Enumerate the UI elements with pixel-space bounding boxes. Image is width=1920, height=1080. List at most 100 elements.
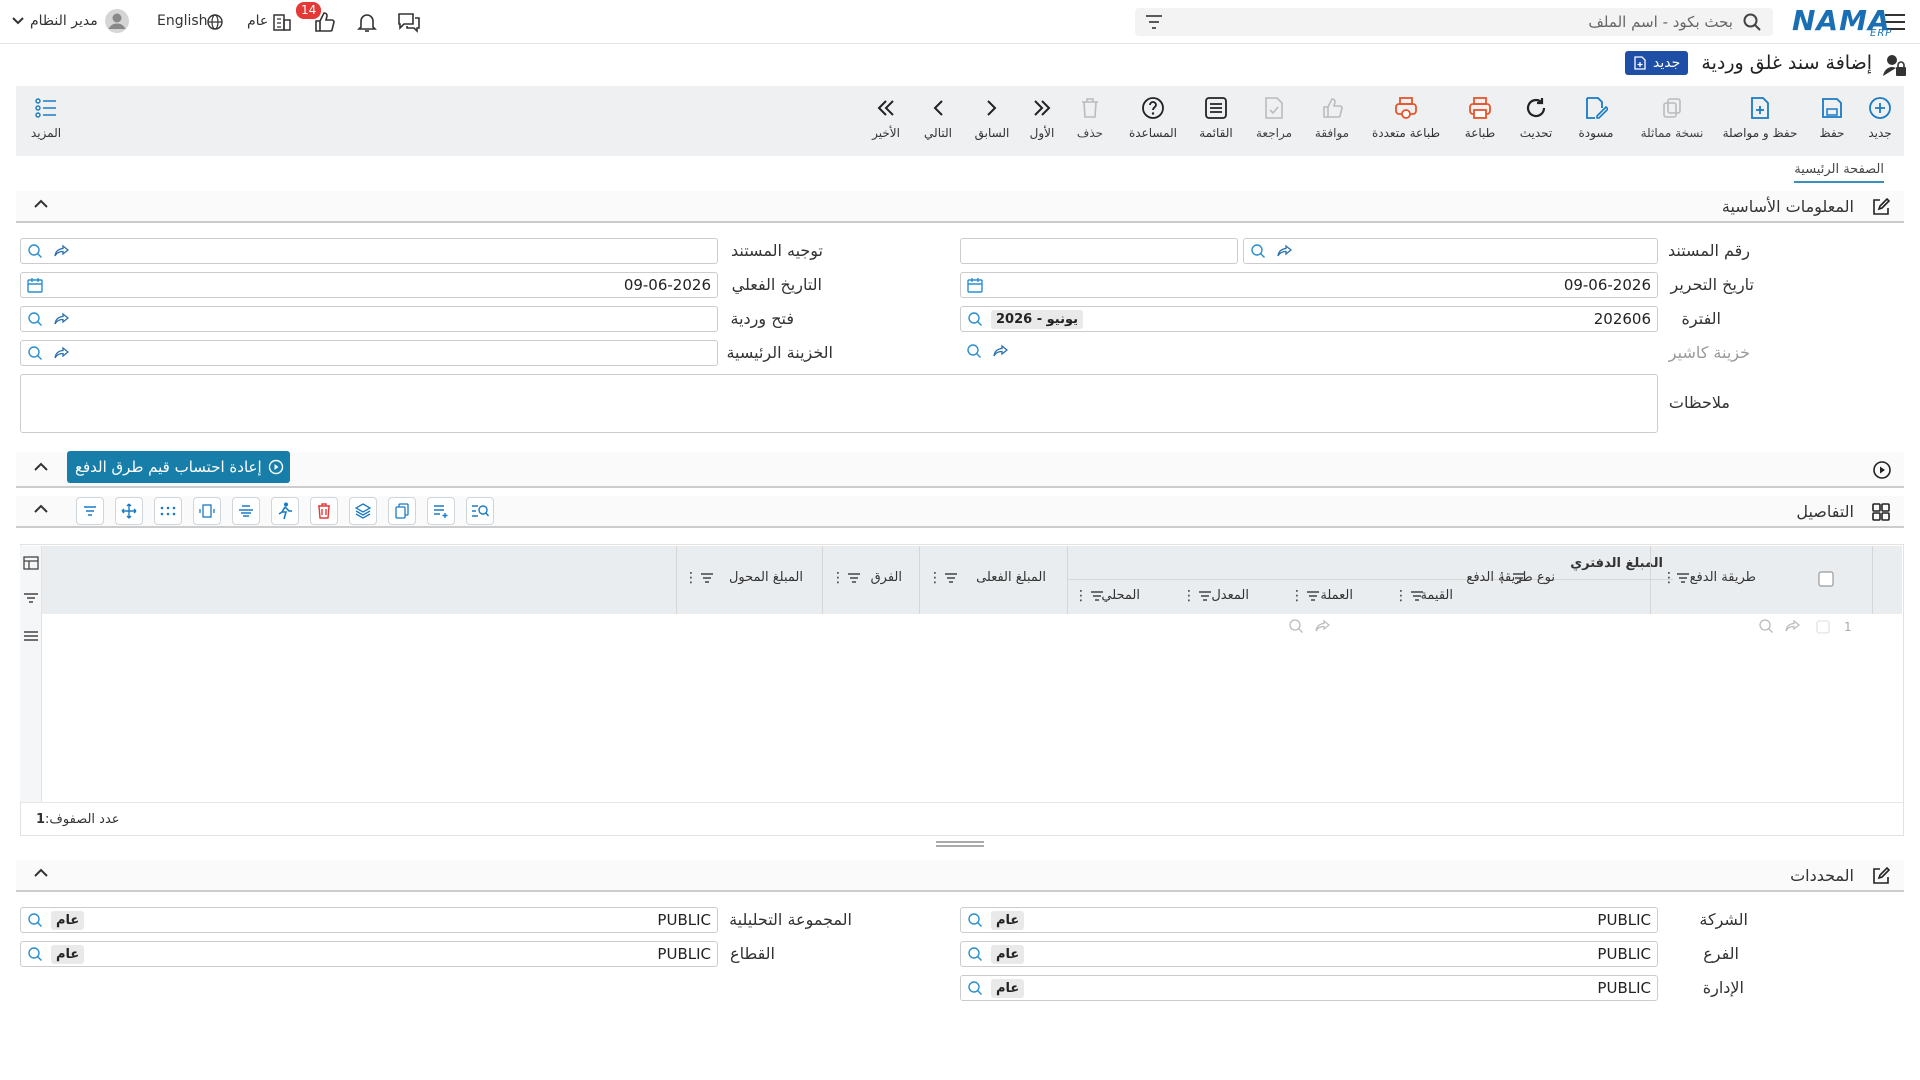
play-circle-icon[interactable]	[1872, 460, 1892, 480]
search-icon[interactable]	[1743, 13, 1761, 31]
delete-button[interactable]: حذف	[1072, 96, 1108, 148]
filter-icon[interactable]	[1676, 572, 1690, 584]
search-lookup-icon[interactable]	[27, 912, 43, 928]
column-header-transferred-amount[interactable]: المبلغ المحول	[729, 570, 803, 585]
share-icon[interactable]	[53, 243, 69, 259]
branch-field[interactable]: PUBLIC عام	[960, 941, 1658, 967]
menu-lines-icon[interactable]	[23, 630, 39, 642]
chevron-down-icon[interactable]	[12, 17, 24, 25]
filter-icon[interactable]	[1512, 572, 1526, 584]
grid-dots-button[interactable]	[154, 497, 182, 525]
calendar-icon[interactable]	[27, 277, 43, 293]
share-icon[interactable]	[1784, 618, 1800, 634]
column-menu-icon[interactable]: ⋮	[1182, 588, 1196, 604]
more-button[interactable]: المزيد	[26, 96, 66, 148]
duplicate-button[interactable]: نسخة مماثلة	[1632, 96, 1712, 148]
search-lookup-icon[interactable]	[967, 946, 983, 962]
share-icon[interactable]	[53, 345, 69, 361]
column-menu-icon[interactable]: ⋮	[1662, 570, 1676, 586]
delete-row-button[interactable]	[310, 497, 338, 525]
new-button[interactable]: جديد	[1860, 96, 1900, 148]
column-header-local[interactable]: المحلي	[1101, 588, 1140, 603]
print-button[interactable]: طباعة	[1460, 96, 1500, 148]
department-field[interactable]: PUBLIC عام	[960, 975, 1658, 1001]
search-lookup-icon[interactable]	[27, 345, 43, 361]
user-name[interactable]: مدير النظام	[30, 13, 98, 29]
main-safe-field[interactable]	[20, 340, 718, 366]
save-button[interactable]: حفظ	[1812, 96, 1852, 148]
calendar-icon[interactable]	[967, 277, 983, 293]
filter-icon[interactable]	[847, 572, 861, 584]
recalc-payment-methods-button[interactable]: إعادة احتساب قيم طرق الدفع	[67, 451, 290, 483]
run-button[interactable]	[271, 497, 299, 525]
filter-icon[interactable]	[1090, 590, 1104, 602]
chevron-up-icon[interactable]	[34, 504, 48, 514]
chevron-up-icon[interactable]	[34, 199, 48, 209]
move-button[interactable]	[115, 497, 143, 525]
tab-main-page[interactable]: الصفحة الرئيسية	[1794, 162, 1884, 183]
column-menu-icon[interactable]: ⋮	[1290, 588, 1304, 604]
column-header-difference[interactable]: الفرق	[871, 570, 902, 585]
draft-button[interactable]: مسودة	[1572, 96, 1620, 148]
table-row[interactable]: 1	[44, 614, 1902, 640]
filter-icon[interactable]	[1410, 590, 1424, 602]
filter-icon[interactable]	[700, 572, 714, 584]
search-lookup-icon[interactable]	[27, 311, 43, 327]
share-icon[interactable]	[1276, 243, 1292, 259]
chat-icon[interactable]	[397, 11, 421, 33]
row-checkbox[interactable]	[1816, 620, 1830, 634]
share-icon[interactable]	[992, 343, 1008, 359]
filter-icon[interactable]	[1198, 590, 1212, 602]
table-columns-icon[interactable]	[23, 555, 39, 571]
dimensions-section-header[interactable]: المحددات	[16, 860, 1904, 892]
column-header-payment-method[interactable]: طريقة الدفع	[1690, 570, 1756, 585]
column-header-actual-amount[interactable]: المبلغ الفعلى	[976, 570, 1046, 585]
shift-open-field[interactable]	[20, 306, 718, 332]
period-field[interactable]: 202606 2026 - يونيو	[960, 306, 1658, 332]
refresh-button[interactable]: تحديث	[1516, 96, 1556, 148]
search-lookup-icon[interactable]	[27, 243, 43, 259]
column-menu-icon[interactable]: ⋮	[1394, 588, 1408, 604]
help-button[interactable]: المساعدة	[1126, 96, 1180, 148]
search-lookup-icon[interactable]	[967, 311, 983, 327]
search-lookup-icon[interactable]	[1250, 243, 1266, 259]
doc-number-field[interactable]	[1243, 238, 1658, 264]
next-button[interactable]: التالي	[920, 96, 956, 148]
share-icon[interactable]	[1314, 618, 1330, 634]
building-icon[interactable]	[272, 11, 292, 31]
filter-lines-button[interactable]	[76, 497, 104, 525]
search-lookup-icon[interactable]	[1288, 618, 1304, 634]
details-section-header[interactable]: التفاصيل	[16, 496, 1904, 528]
column-menu-icon[interactable]: ⋮	[831, 570, 845, 586]
globe-icon[interactable]	[207, 14, 223, 30]
multi-print-button[interactable]: طباعة متعددة	[1368, 96, 1444, 148]
doc-number-suffix-field[interactable]	[960, 238, 1238, 264]
share-icon[interactable]	[53, 311, 69, 327]
analytic-group-field[interactable]: PUBLIC عام	[20, 907, 718, 933]
actual-date-field[interactable]: 09-06-2026	[20, 272, 718, 298]
select-all-checkbox[interactable]	[1818, 571, 1834, 587]
search-lookup-icon[interactable]	[967, 912, 983, 928]
basic-info-section-header[interactable]: المعلومات الأساسية	[16, 191, 1904, 223]
review-button[interactable]: مراجعة	[1254, 96, 1294, 148]
sector-field[interactable]: PUBLIC عام	[20, 941, 718, 967]
layers-button[interactable]	[349, 497, 377, 525]
search-lookup-icon[interactable]	[966, 343, 982, 359]
company-field[interactable]: PUBLIC عام	[960, 907, 1658, 933]
column-header-value[interactable]: القيمة	[1420, 588, 1453, 603]
edit-date-field[interactable]: 09-06-2026	[960, 272, 1658, 298]
doc-direction-field[interactable]	[20, 238, 718, 264]
user-avatar-icon[interactable]	[105, 9, 129, 33]
column-menu-icon[interactable]: ⋮	[684, 570, 698, 586]
fit-columns-button[interactable]	[193, 497, 221, 525]
filter-icon[interactable]	[1145, 14, 1163, 30]
resize-handle[interactable]	[936, 841, 984, 847]
language-switch[interactable]: English	[157, 13, 208, 29]
approve-button[interactable]: موافقة	[1312, 96, 1352, 148]
list-button[interactable]: القائمة	[1196, 96, 1236, 148]
column-header-payment-method-type[interactable]: نوع طريقة الدفع	[1466, 570, 1555, 585]
column-header-currency[interactable]: العملة	[1320, 588, 1353, 603]
save-and-continue-button[interactable]: حفظ و مواصلة	[1716, 96, 1804, 148]
column-header-rate[interactable]: المعدل	[1211, 588, 1249, 603]
previous-button[interactable]: السابق	[972, 96, 1012, 148]
